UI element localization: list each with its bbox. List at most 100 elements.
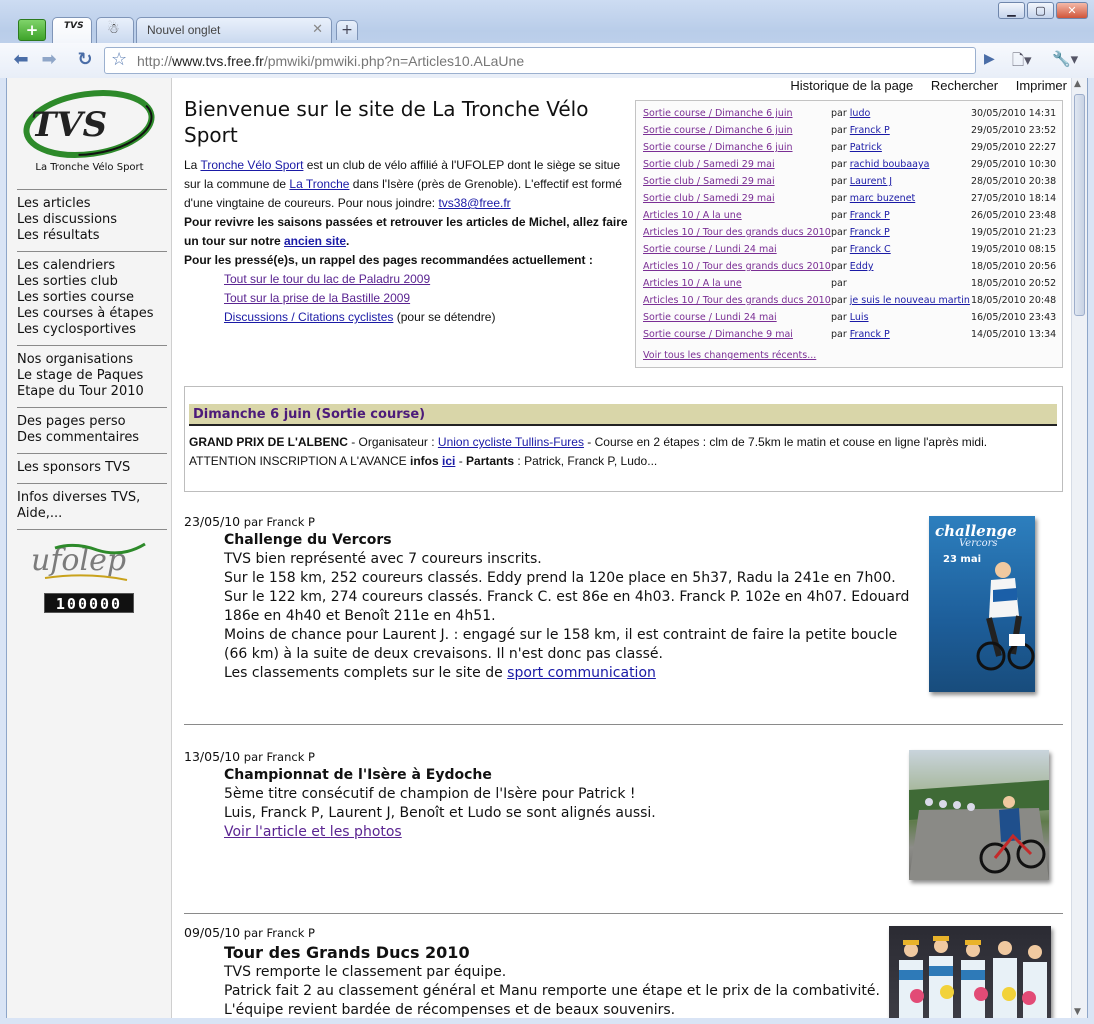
reload-icon[interactable]: ↻ xyxy=(74,50,96,72)
vertical-scrollbar[interactable]: ▲ ▼ xyxy=(1071,78,1087,1018)
close-window-button[interactable]: ✕ xyxy=(1056,2,1088,19)
author-link[interactable]: je suis le nouveau martin xyxy=(850,295,970,306)
author-link[interactable]: rachid boubaaya xyxy=(850,159,930,170)
back-arrow-icon[interactable]: ⬅ xyxy=(10,50,32,72)
recent-change-link[interactable]: Sortie course / Dimanche 6 juin xyxy=(643,142,793,153)
recent-change-link[interactable]: Sortie course / Dimanche 6 juin xyxy=(643,108,793,119)
sidebar-item-pages-perso[interactable]: Des pages perso xyxy=(17,414,167,430)
sidebar-item-resultats[interactable]: Les résultats xyxy=(17,228,167,244)
recent-change-link[interactable]: Sortie course / Dimanche 9 mai xyxy=(643,329,793,340)
tab-bot[interactable]: ☃ xyxy=(96,17,134,43)
address-bar[interactable]: ☆ http://www.tvs.free.fr/pmwiki/pmwiki.p… xyxy=(104,47,976,74)
forward-arrow-icon[interactable]: ➡ xyxy=(38,50,60,72)
championnat-photo[interactable] xyxy=(909,750,1049,880)
author-link[interactable]: marc buzenet xyxy=(850,193,916,204)
organizer-link[interactable]: Union cycliste Tullins-Fures xyxy=(438,435,584,449)
all-changes-link[interactable]: Voir tous les changements récents... xyxy=(643,350,816,361)
author-link[interactable]: Luis xyxy=(850,312,869,323)
sport-communication-link[interactable]: sport communication xyxy=(507,665,656,681)
par-text: par xyxy=(831,176,850,187)
author-link[interactable]: ludo xyxy=(850,108,871,119)
sidebar-item-calendriers[interactable]: Les calendriers xyxy=(17,258,167,274)
new-tab-button[interactable]: + xyxy=(18,19,46,41)
go-arrow-icon[interactable]: ▶ xyxy=(984,51,995,67)
author-link[interactable]: Franck P xyxy=(850,227,890,238)
ici-link[interactable]: ici xyxy=(442,454,455,468)
recent-change-link[interactable]: Sortie course / Lundi 24 mai xyxy=(643,244,777,255)
print-link[interactable]: Imprimer xyxy=(1016,78,1067,93)
old-site-link[interactable]: ancien site xyxy=(284,234,346,248)
recent-change-author: par Franck P xyxy=(831,329,890,340)
article-photos-link[interactable]: Voir l'article et les photos xyxy=(224,824,402,840)
podium-photo[interactable] xyxy=(889,926,1051,1018)
recent-change-link[interactable]: Sortie club / Samedi 29 mai xyxy=(643,193,775,204)
star-icon[interactable]: ☆ xyxy=(111,49,127,70)
history-link[interactable]: Historique de la page xyxy=(790,78,913,93)
author-link[interactable]: Franck P xyxy=(850,125,890,136)
sidebar-item-sponsors[interactable]: Les sponsors TVS xyxy=(17,460,167,476)
maximize-button[interactable]: ▢ xyxy=(1027,2,1054,19)
par-text: par xyxy=(831,125,850,136)
recent-change-link[interactable]: Articles 10 / A la une xyxy=(643,210,742,221)
author-link[interactable]: Laurent J xyxy=(850,176,892,187)
recent-change-date: 29/05/2010 10:30 xyxy=(971,159,1057,170)
rec-link-bastille[interactable]: Tout sur la prise de la Bastille 2009 xyxy=(224,291,410,305)
close-tab-icon[interactable]: ✕ xyxy=(312,22,323,37)
sidebar-item-cyclosportives[interactable]: Les cyclosportives xyxy=(17,322,167,338)
rec-link-citations[interactable]: Discussions / Citations cyclistes xyxy=(224,310,393,324)
recent-change-link[interactable]: Articles 10 / Tour des grands ducs 2010 xyxy=(643,227,831,238)
email-link[interactable]: tvs38@free.fr xyxy=(438,196,510,210)
ufolep-logo[interactable]: ufolep xyxy=(27,540,152,585)
recent-change-link[interactable]: Sortie club / Samedi 29 mai xyxy=(643,176,775,187)
author-link[interactable]: Franck P xyxy=(850,329,890,340)
podium-illustration xyxy=(899,936,1047,1018)
sidebar-item-etape-tour[interactable]: Etape du Tour 2010 xyxy=(17,384,167,400)
rec-link-paladru[interactable]: Tout sur le tour du lac de Paladru 2009 xyxy=(224,272,430,286)
sidebar-item-articles[interactable]: Les articles xyxy=(17,196,167,212)
article-line: TVS remporte le classement par équipe. xyxy=(224,964,507,980)
event-header[interactable]: Dimanche 6 juin (Sortie course) xyxy=(189,404,1057,426)
minimize-button[interactable]: ▁ xyxy=(998,2,1025,19)
sidebar-item-organisations[interactable]: Nos organisations xyxy=(17,352,167,368)
author-link[interactable]: Eddy xyxy=(850,261,874,272)
sidebar-item-infos[interactable]: Infos diverses TVS, xyxy=(17,490,167,506)
tab-tvs[interactable]: TVS xyxy=(52,17,92,43)
url-text[interactable]: http://www.tvs.free.fr/pmwiki/pmwiki.php… xyxy=(137,53,524,69)
sidebar-item-discussions[interactable]: Les discussions xyxy=(17,212,167,228)
recent-change-link[interactable]: Articles 10 / Tour des grands ducs 2010 xyxy=(643,261,831,272)
recent-change-link[interactable]: Articles 10 / Tour des grands ducs 2010 xyxy=(643,295,831,306)
sidebar-item-sorties-course[interactable]: Les sorties course xyxy=(17,290,167,306)
scroll-down-arrow-icon[interactable]: ▼ xyxy=(1074,1007,1081,1017)
scroll-up-arrow-icon[interactable]: ▲ xyxy=(1074,79,1081,89)
author-link[interactable]: Patrick xyxy=(850,142,882,153)
author-link[interactable]: Franck C xyxy=(850,244,891,255)
club-link[interactable]: Tronche Vélo Sport xyxy=(200,158,303,172)
recent-changes-box: Sortie course / Dimanche 6 juin par ludo 3… xyxy=(635,100,1063,368)
tab-nouvel-onglet[interactable]: Nouvel onglet ✕ xyxy=(136,17,332,43)
sidebar-item-courses-etapes[interactable]: Les courses à étapes xyxy=(17,306,167,322)
sidebar-item-sorties-club[interactable]: Les sorties club xyxy=(17,274,167,290)
par-text: par xyxy=(831,312,850,323)
toolbar: ⬅ ➡ ↻ ☆ http://www.tvs.free.fr/pmwiki/pm… xyxy=(0,43,1094,78)
sidebar-item-aide[interactable]: Aide,... xyxy=(17,506,167,522)
tab-label: Nouvel onglet xyxy=(147,23,221,37)
recent-change-link[interactable]: Sortie course / Dimanche 6 juin xyxy=(643,125,793,136)
add-tab-button[interactable]: + xyxy=(336,20,358,40)
article-title: Championnat de l'Isère à Eydoche xyxy=(224,767,492,783)
la-tronche-link[interactable]: La Tronche xyxy=(289,177,349,191)
recent-change-link[interactable]: Articles 10 / A la une xyxy=(643,278,742,289)
wrench-icon[interactable]: 🔧▾ xyxy=(1052,50,1078,68)
tvs-favicon-icon: TVS xyxy=(64,21,84,31)
page-menu-icon[interactable]: 🗋▾ xyxy=(1012,50,1032,75)
challenge-vercors-poster[interactable]: challenge Vercors 23 mai xyxy=(929,516,1035,692)
scrollbar-thumb[interactable] xyxy=(1074,94,1085,316)
sidebar-item-commentaires[interactable]: Des commentaires xyxy=(17,430,167,446)
recent-change-link[interactable]: Sortie course / Lundi 24 mai xyxy=(643,312,777,323)
recent-change-link[interactable]: Sortie club / Samedi 29 mai xyxy=(643,159,775,170)
author-link[interactable]: Franck P xyxy=(850,210,890,221)
recent-change-date: 14/05/2010 13:34 xyxy=(971,329,1057,340)
search-link[interactable]: Rechercher xyxy=(931,78,998,93)
event-text: - xyxy=(455,454,467,468)
sidebar-item-stage-paques[interactable]: Le stage de Paques xyxy=(17,368,167,384)
recent-change-author: par Laurent J xyxy=(831,176,892,187)
